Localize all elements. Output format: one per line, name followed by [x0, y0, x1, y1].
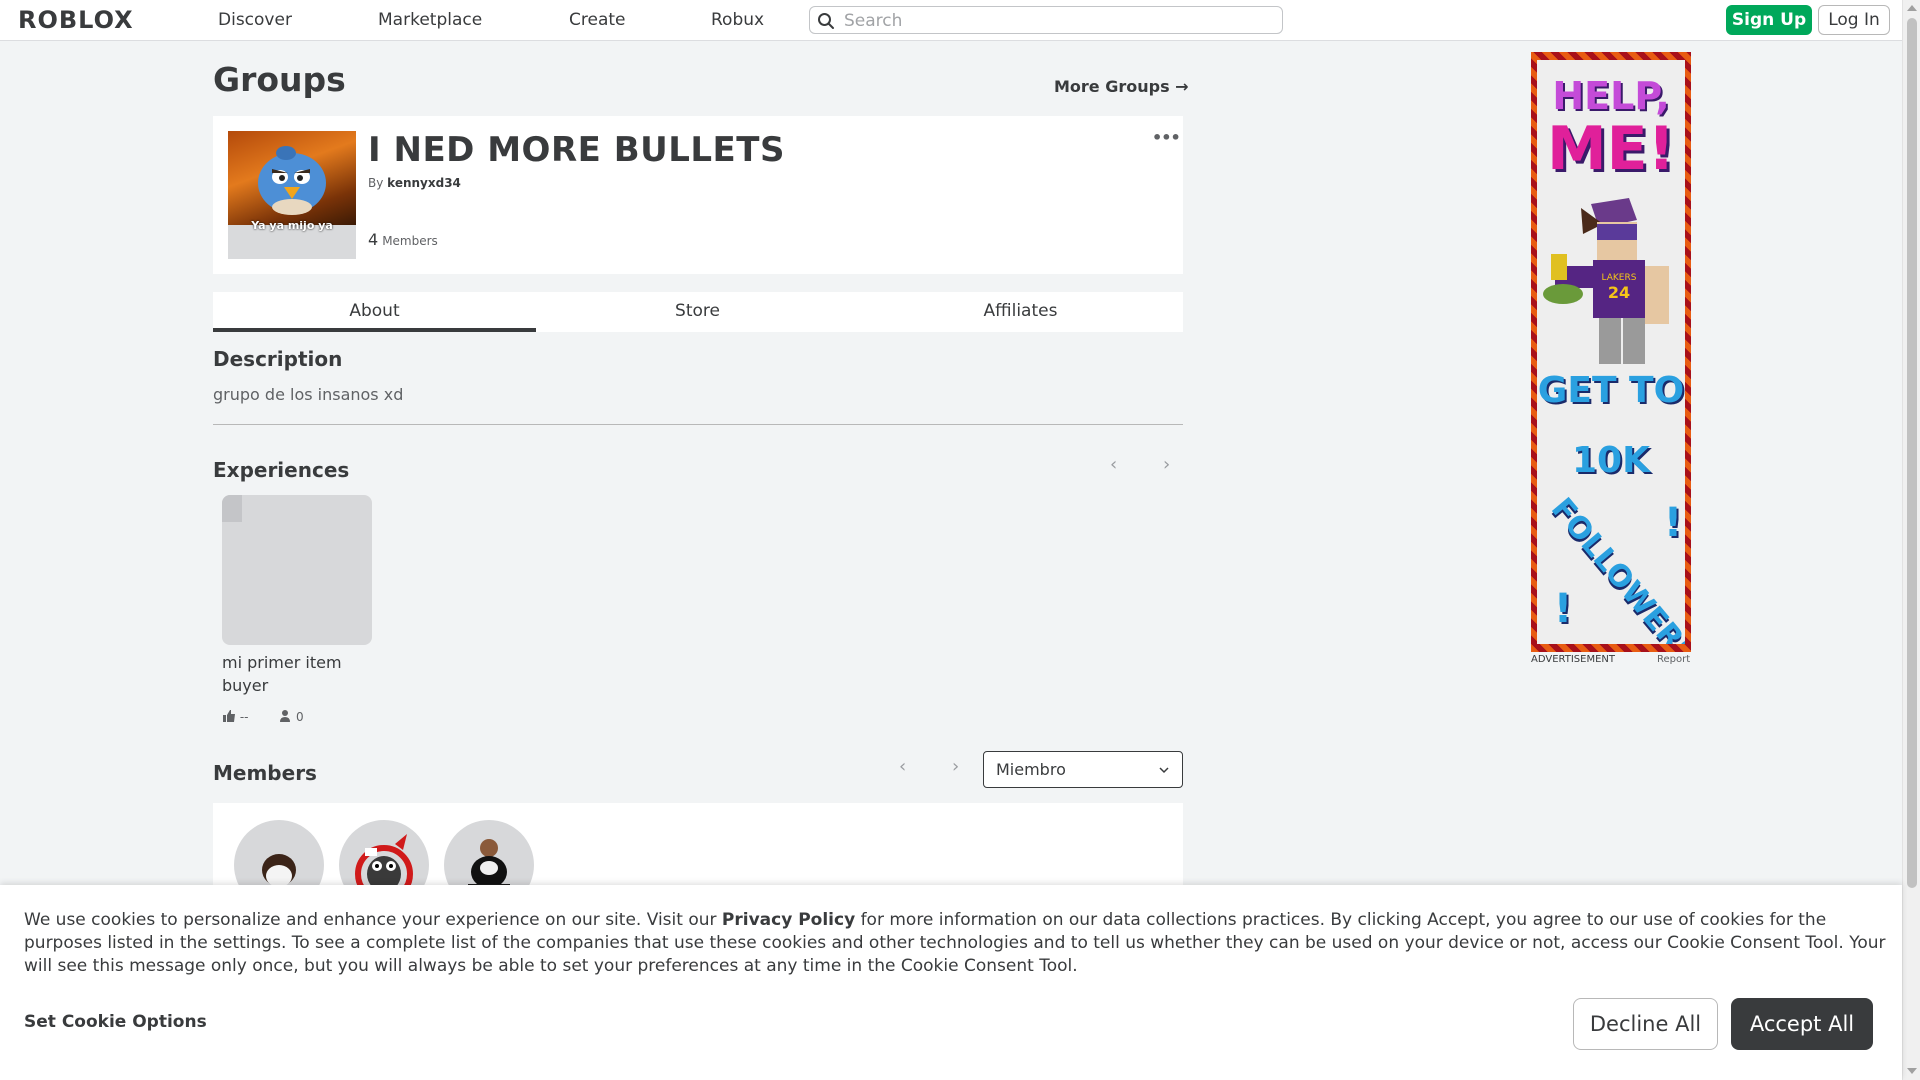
accept-all-button[interactable]: Accept All: [1731, 998, 1873, 1050]
cookie-consent-text: We use cookies to personalize and enhanc…: [24, 909, 1886, 978]
group-owner: By kennyxd34: [368, 176, 461, 190]
ad-jersey-team: LAKERS: [1602, 273, 1637, 283]
set-cookie-options-link[interactable]: Set Cookie Options: [24, 1012, 207, 1032]
search-input[interactable]: [842, 9, 1276, 33]
advertisement-content: HELP, ME! LAKERS 24 GET TO 10K FOLLOWERS…: [1537, 60, 1685, 644]
search-box[interactable]: [809, 6, 1283, 34]
description-heading: Description: [213, 347, 343, 371]
ad-avatar-figure: LAKERS 24: [1543, 198, 1669, 364]
member-count-label: Members: [382, 234, 438, 248]
group-member-count: 4 Members: [368, 230, 438, 249]
player-count-icon: [280, 710, 291, 722]
search-icon: [818, 13, 834, 29]
advertisement-banner[interactable]: HELP, ME! LAKERS 24 GET TO 10K FOLLOWERS…: [1531, 52, 1691, 652]
experiences-next-icon[interactable]: ›: [1163, 454, 1170, 475]
group-tabs: About Store Affiliates: [213, 292, 1183, 332]
group-name: I NED MORE BULLETS: [368, 130, 785, 170]
experience-name[interactable]: mi primer item buyer: [222, 651, 372, 697]
angry-bird-icon: [258, 146, 326, 215]
ad-headline-1: HELP,: [1552, 74, 1670, 118]
tab-about[interactable]: About: [213, 292, 536, 332]
page-title: Groups: [213, 60, 346, 99]
tab-affiliates[interactable]: Affiliates: [859, 292, 1182, 332]
description-text: grupo de los insanos xd: [213, 385, 404, 404]
cookie-text-intro: We use cookies to personalize and enhanc…: [24, 910, 722, 930]
experience-stats: -- 0: [222, 709, 304, 724]
advertisement-label: ADVERTISEMENT: [1531, 654, 1616, 665]
group-emblem-caption: Ya ya mijo ya: [251, 219, 333, 232]
nav-link-robux[interactable]: Robux: [711, 10, 764, 30]
chevron-down-icon: [1159, 767, 1169, 774]
privacy-policy-link[interactable]: Privacy Policy: [722, 910, 855, 930]
sign-up-button[interactable]: Sign Up: [1726, 5, 1812, 35]
ad-jersey-number: 24: [1608, 283, 1630, 302]
tab-store[interactable]: Store: [536, 292, 859, 332]
ad-headline-3: GET TO: [1537, 370, 1685, 411]
scroll-down-arrow-icon[interactable]: [1907, 1068, 1917, 1074]
ad-headline-4: 10K: [1572, 440, 1650, 481]
experiences-heading: Experiences: [213, 458, 350, 482]
roblox-logo[interactable]: ROBLOX: [18, 6, 134, 34]
member-count-value: 4: [368, 230, 379, 249]
scroll-up-arrow-icon[interactable]: [1907, 5, 1917, 11]
group-emblem: Ya ya mijo ya: [228, 131, 356, 259]
role-dropdown[interactable]: Miembro: [983, 751, 1183, 788]
ad-report-link[interactable]: Report: [1657, 654, 1690, 665]
more-options-icon[interactable]: •••: [1152, 128, 1181, 147]
experience-rating: --: [239, 710, 249, 724]
divider: [213, 424, 1183, 425]
members-heading: Members: [213, 761, 317, 785]
nav-link-marketplace[interactable]: Marketplace: [378, 10, 482, 30]
top-navigation-bar: ROBLOX Discover Marketplace Create Robux…: [0, 0, 1902, 41]
experience-thumbnail[interactable]: [222, 495, 372, 645]
owner-by-label: By: [368, 176, 384, 190]
scrollbar-thumb[interactable]: [1907, 18, 1917, 888]
group-header-card: Ya ya mijo ya I NED MORE BULLETS By kenn…: [213, 116, 1183, 274]
members-prev-icon[interactable]: ‹: [899, 756, 906, 777]
page-scrollbar[interactable]: [1902, 0, 1920, 1080]
experiences-prev-icon[interactable]: ‹: [1110, 454, 1117, 475]
ad-exclamation-2: !: [1553, 586, 1573, 632]
members-next-icon[interactable]: ›: [952, 756, 959, 777]
ad-exclamation-1: !: [1663, 500, 1683, 546]
decline-all-button[interactable]: Decline All: [1573, 998, 1718, 1050]
role-dropdown-value: Miembro: [996, 760, 1066, 779]
nav-link-create[interactable]: Create: [569, 10, 626, 30]
log-in-button[interactable]: Log In: [1818, 5, 1890, 35]
more-groups-link[interactable]: More Groups →: [1054, 77, 1189, 96]
group-emblem-image: [228, 131, 356, 225]
ad-headline-2: ME!: [1546, 114, 1676, 184]
cookie-consent-banner: We use cookies to personalize and enhanc…: [0, 885, 1902, 1080]
thumbnail-placeholder-icon: [222, 495, 242, 522]
thumbs-up-icon: [223, 710, 235, 722]
experience-players: 0: [295, 710, 304, 724]
nav-link-discover[interactable]: Discover: [218, 10, 292, 30]
owner-link[interactable]: kennyxd34: [387, 176, 461, 190]
